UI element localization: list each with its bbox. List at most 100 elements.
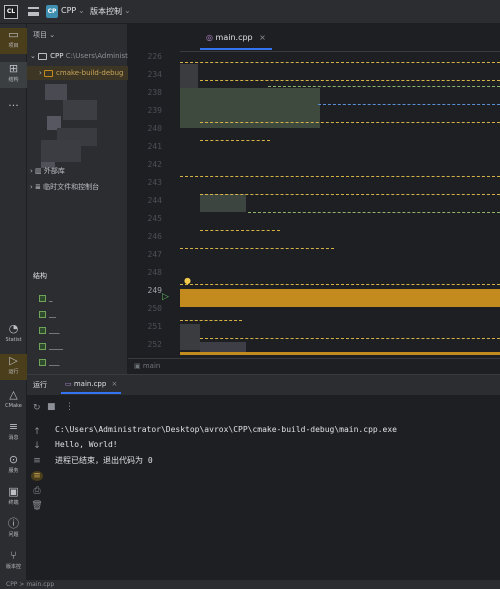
chevron-down-icon[interactable]: ⌄ — [78, 6, 85, 15]
app-logo: CL — [4, 5, 18, 19]
folder-icon: ▭ — [8, 28, 19, 41]
line-number: 226 — [147, 52, 162, 61]
tool-messages-button[interactable]: ≡ 消息 — [0, 420, 27, 446]
run-header: 运行 ▭ main.cpp × — [27, 375, 500, 395]
print-icon[interactable]: ⎙ — [31, 486, 43, 496]
status-file[interactable]: main.cpp — [26, 581, 54, 588]
scroll-to-end-icon[interactable]: ≡ — [31, 471, 43, 481]
library-icon: ▥ — [35, 167, 42, 175]
more-icon: ... — [8, 96, 19, 109]
tool-statistic-button[interactable]: ◔ Statist — [0, 322, 27, 348]
status-project[interactable]: CPP — [6, 581, 17, 588]
status-bar: CPP > main.cpp — [0, 580, 500, 589]
code-line — [200, 338, 500, 339]
console-line: C:\Users\Administrator\Desktop\avrox\CPP… — [55, 425, 397, 434]
tool-cmake-button[interactable]: △ CMake — [0, 388, 27, 414]
line-number: 251 — [147, 322, 162, 331]
structure-item[interactable]: ___ — [39, 324, 60, 336]
chevron-down-icon: ⌄ — [30, 52, 36, 60]
tree-item-external-libs[interactable]: › ▥ 外部库 — [27, 164, 128, 178]
line-number: 238 — [147, 88, 162, 97]
code-line — [318, 104, 500, 105]
tool-vcs-button[interactable]: ⑂ 版本控 — [0, 549, 27, 575]
title-bar: CL CP CPP ⌄ 版本控制 ⌄ — [0, 0, 500, 24]
structure-item[interactable]: ____ — [39, 340, 63, 352]
soft-wrap-icon[interactable]: ≡ — [31, 456, 43, 466]
code-line — [180, 62, 500, 63]
run-gutter-icon[interactable]: ▷ — [162, 292, 169, 302]
cmake-icon: △ — [9, 388, 18, 401]
chevron-right-icon: › — [39, 69, 42, 77]
code-line — [200, 140, 270, 141]
tree-item-scratches[interactable]: › ≣ 临时文件和控制台 — [27, 180, 128, 194]
code-line — [200, 230, 280, 231]
folder-icon — [38, 52, 48, 60]
line-number: 250 — [147, 304, 162, 313]
scroll-up-icon[interactable]: ↑ — [31, 427, 43, 437]
line-number: 242 — [147, 160, 162, 169]
messages-icon: ≡ — [8, 420, 19, 433]
code-line — [180, 248, 334, 249]
run-tool-window: 运行 ▭ main.cpp × ↻ ■ ⋮ ↑ ↓ ≡ ≡ ⎙ 🗑 C:\Use… — [27, 374, 500, 589]
chevron-down-icon: ⌄ — [49, 31, 56, 39]
current-line-highlight — [180, 289, 500, 307]
vcs-icon: ⑂ — [10, 549, 17, 562]
more-options-icon[interactable]: ⋮ — [65, 402, 74, 412]
line-number: 248 — [147, 268, 162, 277]
function-icon: ▣ — [134, 362, 141, 370]
function-icon — [39, 358, 46, 366]
line-number: 243 — [147, 178, 162, 187]
rerun-icon[interactable]: ↻ — [33, 403, 41, 413]
redacted-block — [180, 64, 198, 88]
breadcrumb[interactable]: ▣ main — [128, 358, 500, 374]
tool-problems-button[interactable]: ⓘ 问题 — [0, 517, 27, 543]
code-line — [200, 194, 500, 195]
tool-project-button[interactable]: ▭ 项目 — [0, 28, 27, 54]
scroll-down-icon[interactable]: ↓ — [31, 441, 43, 451]
function-icon — [39, 342, 46, 350]
line-number: 245 — [147, 214, 162, 223]
code-line — [268, 86, 500, 87]
tool-services-button[interactable]: ⊙ 服务 — [0, 453, 27, 479]
folder-icon — [44, 69, 54, 77]
project-badge[interactable]: CP — [46, 5, 58, 18]
vcs-widget[interactable]: 版本控制 — [90, 6, 122, 17]
line-number: 252 — [147, 340, 162, 349]
tool-terminal-button[interactable]: ▣ 终端 — [0, 485, 27, 511]
code-line — [180, 176, 500, 177]
tool-run-button[interactable]: ▷ 运行 — [0, 354, 27, 380]
structure-title: 结构 — [33, 272, 47, 280]
services-icon: ⊙ — [8, 453, 19, 466]
tool-more-button[interactable]: ... — [0, 96, 27, 122]
lightbulb-icon[interactable]: ● — [184, 276, 191, 285]
chevron-down-icon[interactable]: ⌄ — [124, 6, 131, 15]
line-number: 246 — [147, 232, 162, 241]
panel-header[interactable]: 项目 ⌄ — [33, 28, 134, 42]
run-icon: ▷ — [9, 354, 18, 367]
line-number: 234 — [147, 70, 162, 79]
line-number: 244 — [147, 196, 162, 205]
code-line — [200, 80, 500, 81]
cpp-file-icon: ▭ — [65, 380, 72, 388]
tab-main-cpp[interactable]: ◎ main.cpp × — [200, 28, 272, 50]
run-tab[interactable]: ▭ main.cpp × — [61, 377, 122, 394]
line-number: 239 — [147, 106, 162, 115]
line-number: 240 — [147, 124, 162, 133]
tool-structure-button[interactable]: ⊞ 结构 — [0, 62, 27, 88]
close-icon[interactable]: × — [112, 380, 118, 388]
code-line — [248, 212, 500, 213]
line-number: 247 — [147, 250, 162, 259]
main-menu-icon[interactable] — [28, 7, 39, 16]
function-icon — [39, 294, 46, 302]
structure-item[interactable]: _ — [39, 292, 53, 304]
delete-icon[interactable]: 🗑 — [31, 501, 43, 511]
project-name[interactable]: CPP — [61, 6, 76, 15]
structure-item[interactable]: __ — [39, 308, 56, 320]
tree-root[interactable]: ⌄ CPP C:\Users\Administ — [27, 49, 128, 63]
stop-icon[interactable]: ■ — [47, 402, 56, 412]
editor-area[interactable]: ◎ main.cpp × ● ▷ ▣ main 226 234 238 239 240 2… — [128, 24, 500, 374]
tree-item-cmake-build-debug[interactable]: › cmake-build-debug — [27, 66, 128, 80]
structure-item[interactable]: ___ — [39, 356, 60, 368]
close-icon[interactable]: × — [259, 33, 266, 42]
redacted-block — [200, 194, 246, 212]
